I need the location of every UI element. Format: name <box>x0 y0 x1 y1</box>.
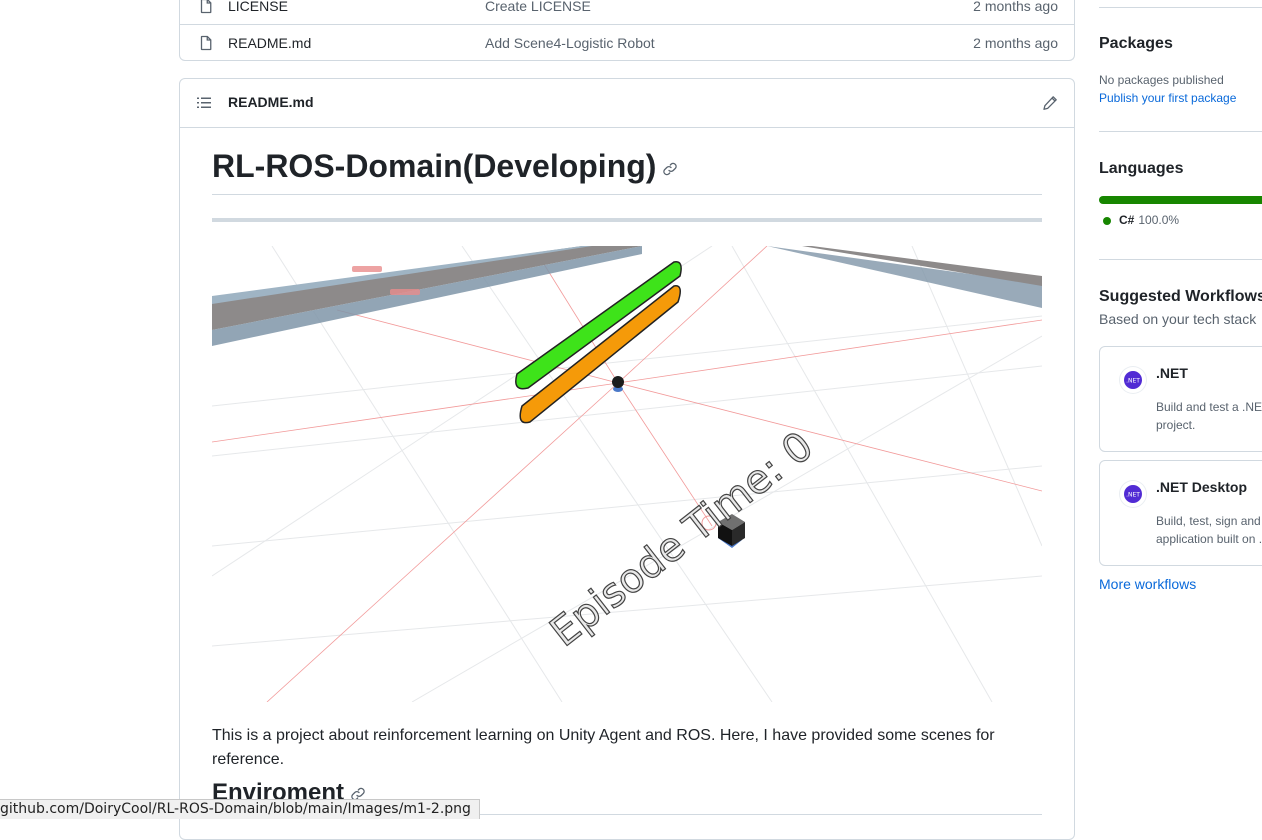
readme-panel: README.md RL-ROS-Domain(Developing) Epis… <box>179 78 1075 840</box>
workflow-name: .NET <box>1156 365 1188 381</box>
workflow-card-dotnet[interactable]: .NET .NET Build and test a .NET project. <box>1099 346 1262 452</box>
commit-date: 2 months ago <box>973 35 1058 51</box>
language-percent: 100.0% <box>1138 213 1180 227</box>
link-icon[interactable] <box>662 161 678 177</box>
sidebar-divider <box>1099 259 1262 260</box>
language-color-dot <box>1103 216 1111 225</box>
repo-sidebar: Packages No packages published Publish y… <box>1099 0 1262 819</box>
more-workflows-link[interactable]: More workflows <box>1099 576 1196 592</box>
workflow-description: Build and test a .NET project. <box>1156 400 1262 432</box>
file-row-readme[interactable]: README.md Add Scene4-Logistic Robot 2 mo… <box>180 24 1074 61</box>
language-bar <box>1099 196 1262 204</box>
file-name[interactable]: README.md <box>228 35 311 51</box>
list-icon[interactable] <box>196 95 212 111</box>
commit-message[interactable]: Create LICENSE <box>485 0 591 14</box>
packages-empty-text: No packages published <box>1099 73 1224 87</box>
languages-title: Languages <box>1099 160 1184 177</box>
file-list: LICENSE Create LICENSE 2 months ago READ… <box>179 0 1075 61</box>
readme-title[interactable]: README.md <box>228 94 314 110</box>
packages-title[interactable]: Packages <box>1099 35 1173 53</box>
readme-paragraph: This is a project about reinforcement le… <box>212 727 995 768</box>
readme-header: README.md <box>180 79 1074 128</box>
dotnet-logo-icon: .NET <box>1120 367 1146 393</box>
publish-package-link[interactable]: Publish your first package <box>1099 91 1236 105</box>
file-row-license[interactable]: LICENSE Create LICENSE 2 months ago <box>180 0 1074 24</box>
workflow-name: .NET Desktop <box>1156 479 1248 495</box>
horizontal-rule <box>212 218 1042 222</box>
language-item-csharp[interactable]: C# 100.0% <box>1103 213 1179 227</box>
commit-message[interactable]: Add Scene4-Logistic Robot <box>485 35 655 51</box>
workflow-description: Build, test, sign and application built … <box>1156 514 1262 546</box>
file-icon <box>200 0 212 14</box>
workflows-subtitle: Based on your tech stack <box>1099 311 1257 327</box>
logo-text: .NET <box>1126 492 1140 499</box>
workflow-card-dotnet-desktop[interactable]: .NET .NET Desktop Build, test, sign and … <box>1099 460 1262 566</box>
commit-date: 2 months ago <box>973 0 1058 14</box>
language-name: C# <box>1119 213 1135 227</box>
logo-text: .NET <box>1126 378 1140 385</box>
sidebar-divider <box>1099 131 1262 132</box>
workflows-title: Suggested Workflows <box>1099 288 1262 305</box>
scene-image[interactable]: Episode Time: 0 <box>212 246 1042 702</box>
readme-heading: RL-ROS-Domain(Developing) <box>212 146 1042 195</box>
link-status-bar: github.com/DoiryCool/RL-ROS-Domain/blob/… <box>0 799 480 819</box>
file-name[interactable]: LICENSE <box>228 0 288 14</box>
heading-text: RL-ROS-Domain(Developing) <box>212 148 657 184</box>
dotnet-logo-icon: .NET <box>1120 481 1146 507</box>
file-icon <box>200 35 212 51</box>
sidebar-divider <box>1099 7 1262 8</box>
pencil-icon[interactable] <box>1042 95 1058 111</box>
